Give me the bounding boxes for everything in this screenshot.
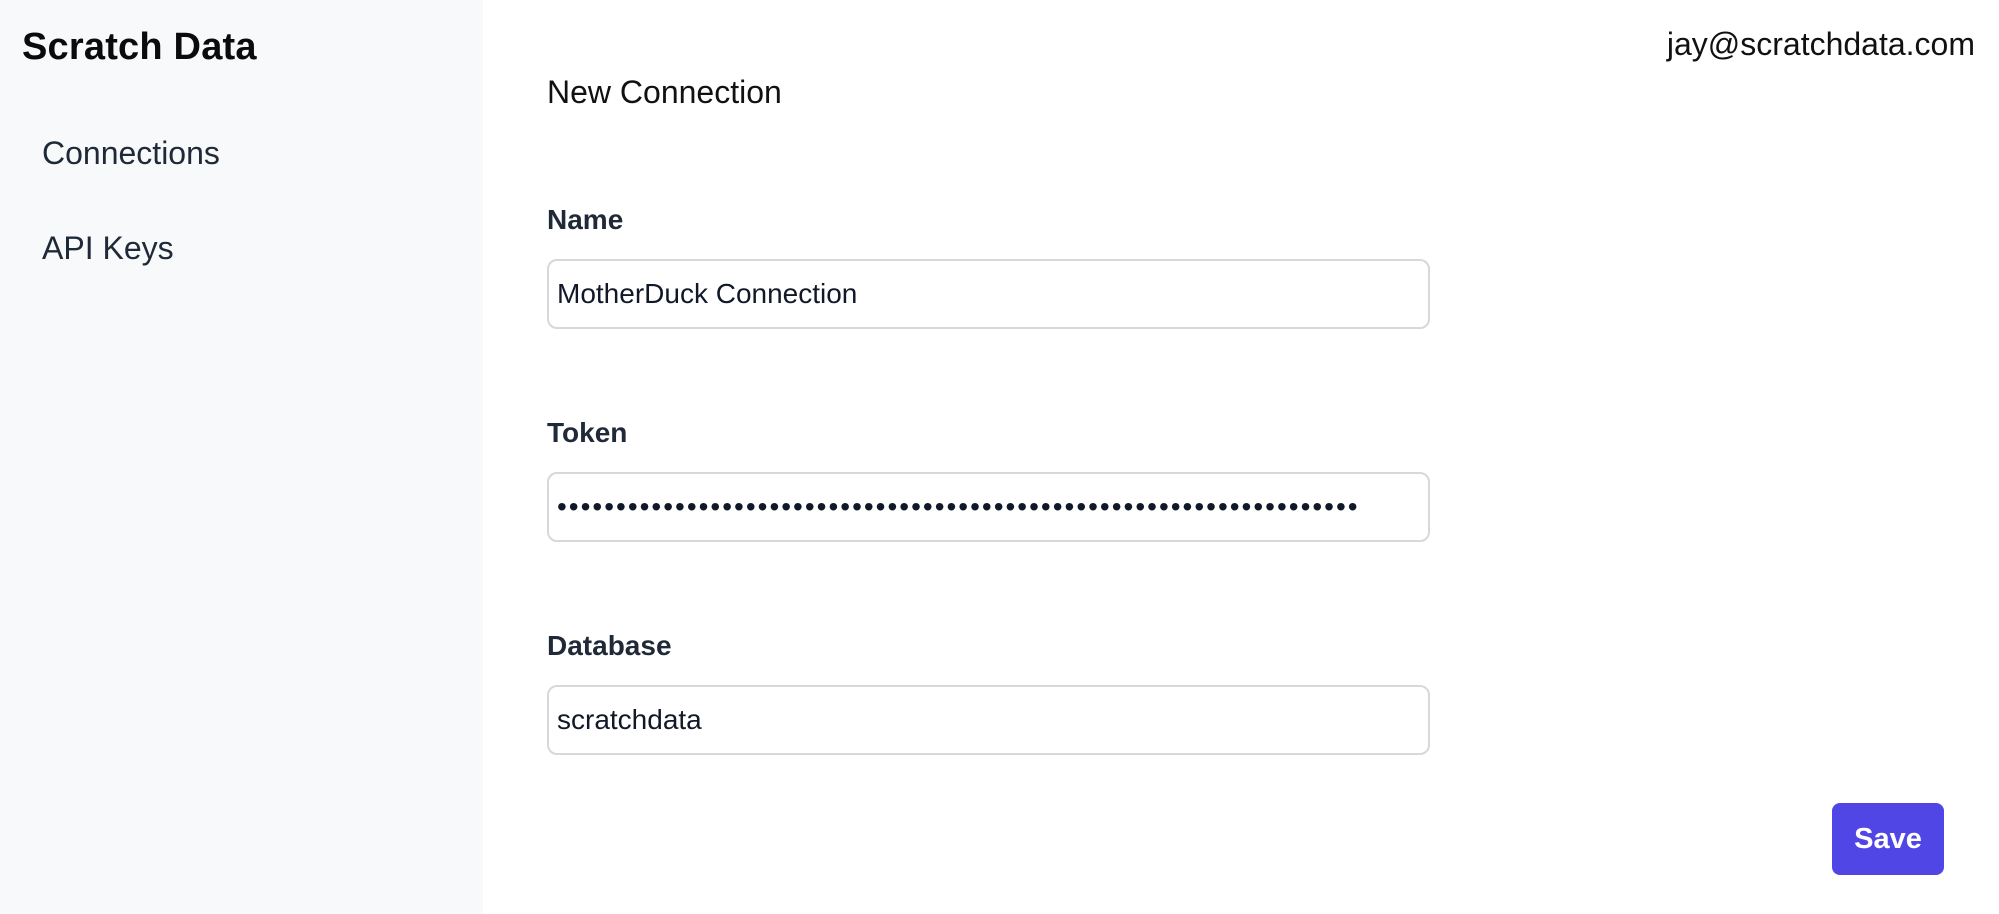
- main-content: jay@scratchdata.com New Connection Name …: [483, 0, 1999, 914]
- name-input[interactable]: [547, 259, 1430, 329]
- token-input[interactable]: [547, 472, 1430, 542]
- page-title: New Connection: [547, 74, 782, 110]
- database-input[interactable]: [547, 685, 1430, 755]
- app-root: Scratch Data Connections API Keys jay@sc…: [0, 0, 1999, 914]
- sidebar-item-connections[interactable]: Connections: [42, 135, 220, 172]
- save-button[interactable]: Save: [1832, 803, 1944, 875]
- sidebar: Scratch Data Connections API Keys: [0, 0, 483, 914]
- database-label: Database: [547, 630, 672, 661]
- brand-logo-text: Scratch Data: [22, 26, 257, 68]
- name-label: Name: [547, 204, 624, 235]
- sidebar-item-api-keys[interactable]: API Keys: [42, 230, 174, 267]
- user-email[interactable]: jay@scratchdata.com: [1667, 26, 1975, 63]
- token-label: Token: [547, 417, 628, 448]
